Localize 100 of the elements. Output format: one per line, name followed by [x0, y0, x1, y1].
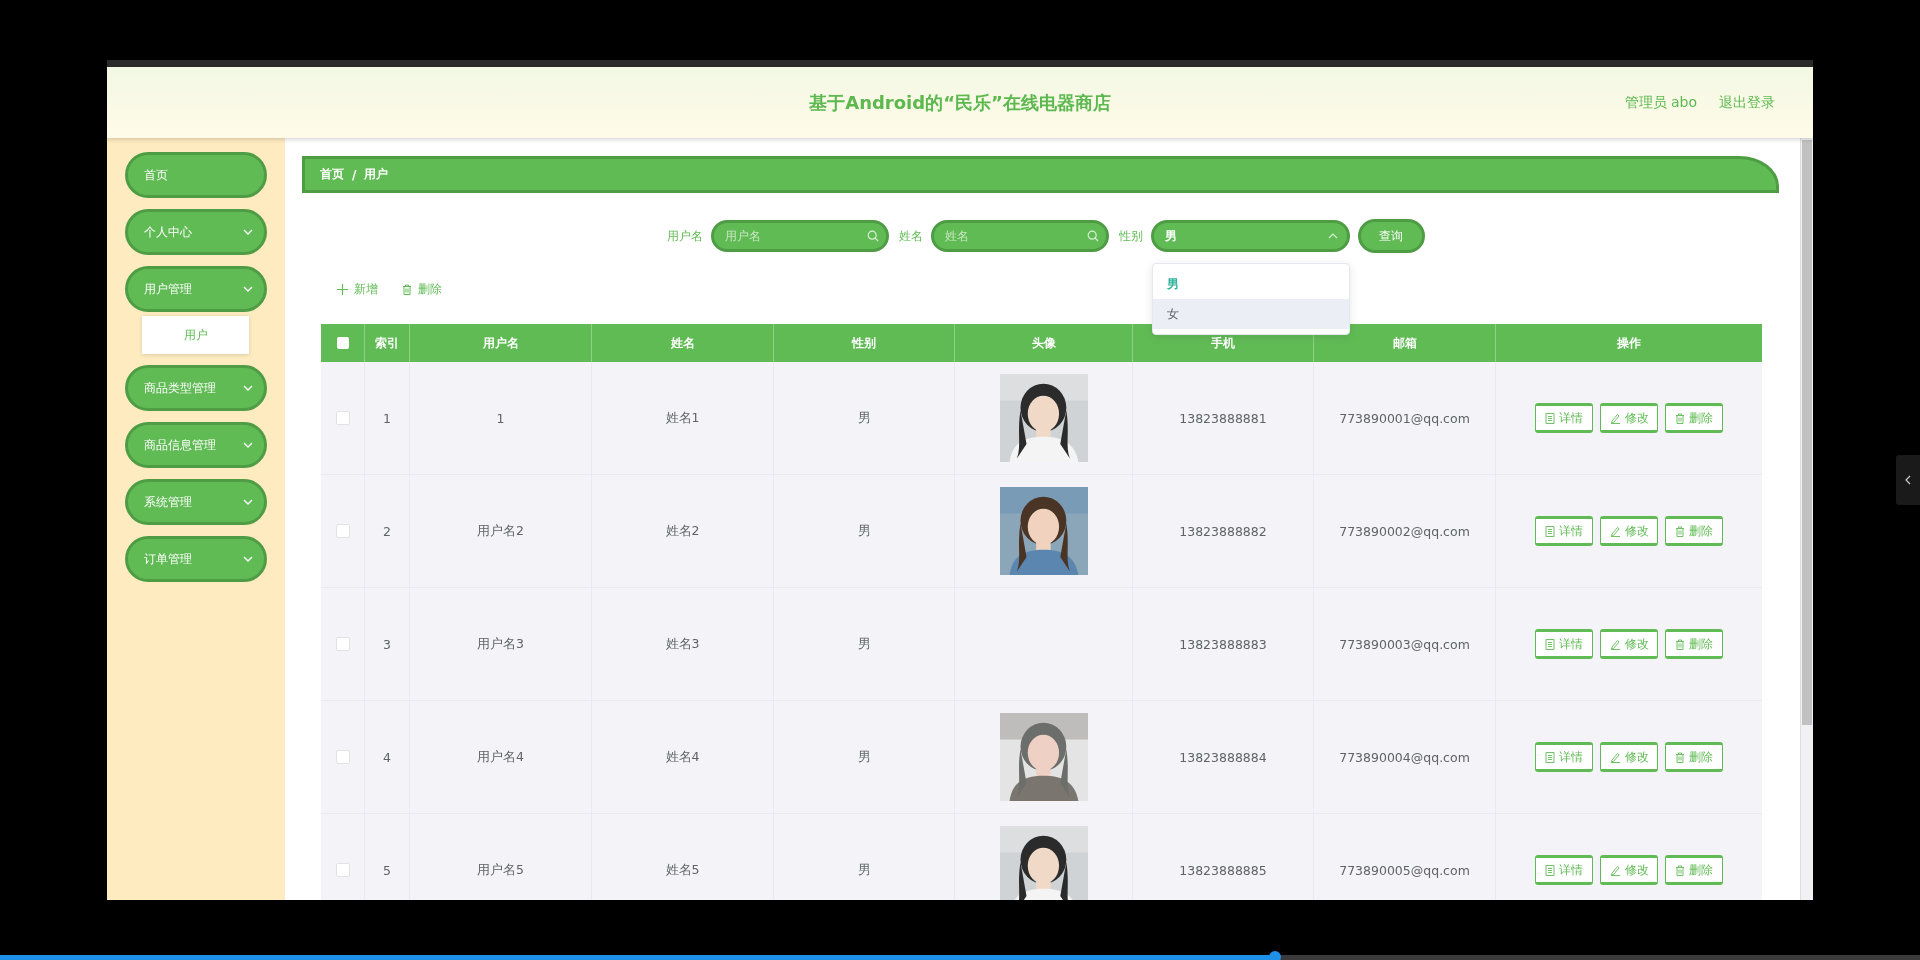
table-cell: 用户名2 — [477, 522, 524, 540]
table-cell: 773890004@qq.com — [1339, 749, 1470, 765]
sidebar-item[interactable]: 首页 — [125, 152, 267, 198]
edit-button[interactable]: 修改 — [1600, 516, 1658, 546]
edit-button[interactable]: 修改 — [1600, 629, 1658, 659]
add-button[interactable]: 新增 — [337, 280, 378, 298]
submenu-item[interactable]: 用户 — [142, 316, 249, 354]
chevron-icon — [243, 499, 253, 505]
table-cell: 13823888885 — [1179, 862, 1267, 878]
table-cell: 男 — [857, 861, 871, 879]
row-checkbox[interactable] — [335, 750, 350, 764]
admin-name: 管理员 abo — [1624, 93, 1697, 112]
table-cell: 男 — [857, 748, 871, 766]
table-cell: 4 — [383, 749, 391, 765]
table-cell: 用户名5 — [477, 861, 524, 879]
breadcrumb-link[interactable]: 首页 — [320, 166, 344, 183]
field-label: 姓名 — [898, 227, 923, 245]
gender-select[interactable]: 男 — [1150, 220, 1350, 252]
plus-icon — [337, 283, 348, 295]
query-button[interactable]: 查询 — [1357, 219, 1425, 253]
scrollbar[interactable] — [1800, 138, 1813, 900]
collapse-tab[interactable] — [1896, 455, 1920, 505]
table-cell: 1 — [383, 410, 391, 426]
document-icon — [1545, 864, 1555, 876]
sidebar-item[interactable]: 系统管理 — [125, 479, 267, 525]
table-cell: 773890003@qq.com — [1339, 636, 1470, 652]
sidebar-item[interactable]: 用户管理 — [125, 266, 267, 312]
table-cell: 5 — [383, 862, 391, 878]
table-cell: 3 — [383, 636, 391, 652]
sidebar-item[interactable]: 订单管理 — [125, 536, 267, 582]
table-cell: 1 — [496, 410, 505, 426]
edit-button[interactable]: 修改 — [1600, 855, 1658, 885]
delete-button[interactable]: 删除 — [402, 280, 442, 298]
document-icon — [1545, 525, 1555, 537]
detail-button[interactable]: 详情 — [1535, 516, 1593, 546]
column-header: 头像 — [955, 324, 1133, 362]
document-icon — [1545, 412, 1555, 424]
pencil-icon — [1609, 864, 1621, 876]
table-cell: 773890001@qq.com — [1339, 410, 1470, 426]
table-cell: 姓名1 — [665, 409, 700, 427]
column-header: 姓名 — [592, 324, 774, 362]
trash-icon — [402, 283, 412, 295]
column-header: 性别 — [774, 324, 955, 362]
table-cell: 13823888884 — [1179, 749, 1267, 765]
table-cell: 773890002@qq.com — [1339, 523, 1470, 539]
trash-icon — [1675, 638, 1685, 650]
row-checkbox[interactable] — [335, 637, 350, 651]
table-cell: 姓名4 — [665, 748, 700, 766]
table-cell: 13823888881 — [1179, 410, 1267, 426]
table-cell: 姓名2 — [665, 522, 700, 540]
trash-icon — [1675, 412, 1685, 424]
edit-button[interactable]: 修改 — [1600, 403, 1658, 433]
pencil-icon — [1609, 638, 1621, 650]
table-cell: 773890005@qq.com — [1339, 862, 1470, 878]
delete-button[interactable]: 删除 — [1665, 629, 1723, 659]
row-checkbox[interactable] — [335, 524, 350, 538]
sidebar-item[interactable]: 个人中心 — [125, 209, 267, 255]
column-header: 索引 — [365, 324, 410, 362]
delete-button[interactable]: 删除 — [1665, 516, 1723, 546]
delete-button[interactable]: 删除 — [1665, 403, 1723, 433]
table-cell: 13823888883 — [1179, 636, 1267, 652]
dropdown-option[interactable]: 女 — [1152, 299, 1349, 329]
pencil-icon — [1609, 412, 1621, 424]
detail-button[interactable]: 详情 — [1535, 403, 1593, 433]
delete-button[interactable]: 删除 — [1665, 742, 1723, 772]
delete-button[interactable]: 删除 — [1665, 855, 1723, 885]
detail-button[interactable]: 详情 — [1535, 742, 1593, 772]
search-field[interactable]: 姓名 — [930, 220, 1109, 252]
chevron-icon — [243, 442, 253, 448]
document-icon — [1545, 638, 1555, 650]
field-label: 性别 — [1118, 227, 1143, 245]
column-header: 邮箱 — [1314, 324, 1496, 362]
dropdown-option[interactable]: 男 — [1152, 269, 1349, 299]
column-header: 操作 — [1496, 324, 1762, 362]
table-cell: 男 — [857, 635, 871, 653]
select-all-checkbox[interactable] — [336, 337, 349, 349]
row-checkbox[interactable] — [335, 863, 350, 877]
table-cell: 2 — [383, 523, 391, 539]
column-header: 用户名 — [410, 324, 592, 362]
table-cell: 姓名3 — [665, 635, 700, 653]
table-cell: 用户名3 — [477, 635, 524, 653]
chevron-left-icon — [1905, 475, 1911, 485]
chevron-icon — [243, 385, 253, 391]
breadcrumb-link[interactable]: 用户 — [364, 166, 389, 183]
sidebar-item[interactable]: 商品信息管理 — [125, 422, 267, 468]
detail-button[interactable]: 详情 — [1535, 855, 1593, 885]
search-field[interactable]: 用户名 — [710, 220, 889, 252]
table-cell: 用户名4 — [477, 748, 524, 766]
caret-icon — [1327, 233, 1338, 239]
pencil-icon — [1609, 751, 1621, 763]
site-title: 基于Android的“民乐”在线电器商店 — [809, 90, 1111, 115]
document-icon — [1545, 751, 1555, 763]
chevron-icon — [243, 286, 253, 292]
logout-link[interactable]: 退出登录 — [1719, 93, 1775, 112]
detail-button[interactable]: 详情 — [1535, 629, 1593, 659]
table-cell: 13823888882 — [1179, 523, 1267, 539]
trash-icon — [1675, 525, 1685, 537]
sidebar-item[interactable]: 商品类型管理 — [125, 365, 267, 411]
row-checkbox[interactable] — [335, 411, 350, 425]
edit-button[interactable]: 修改 — [1600, 742, 1658, 772]
